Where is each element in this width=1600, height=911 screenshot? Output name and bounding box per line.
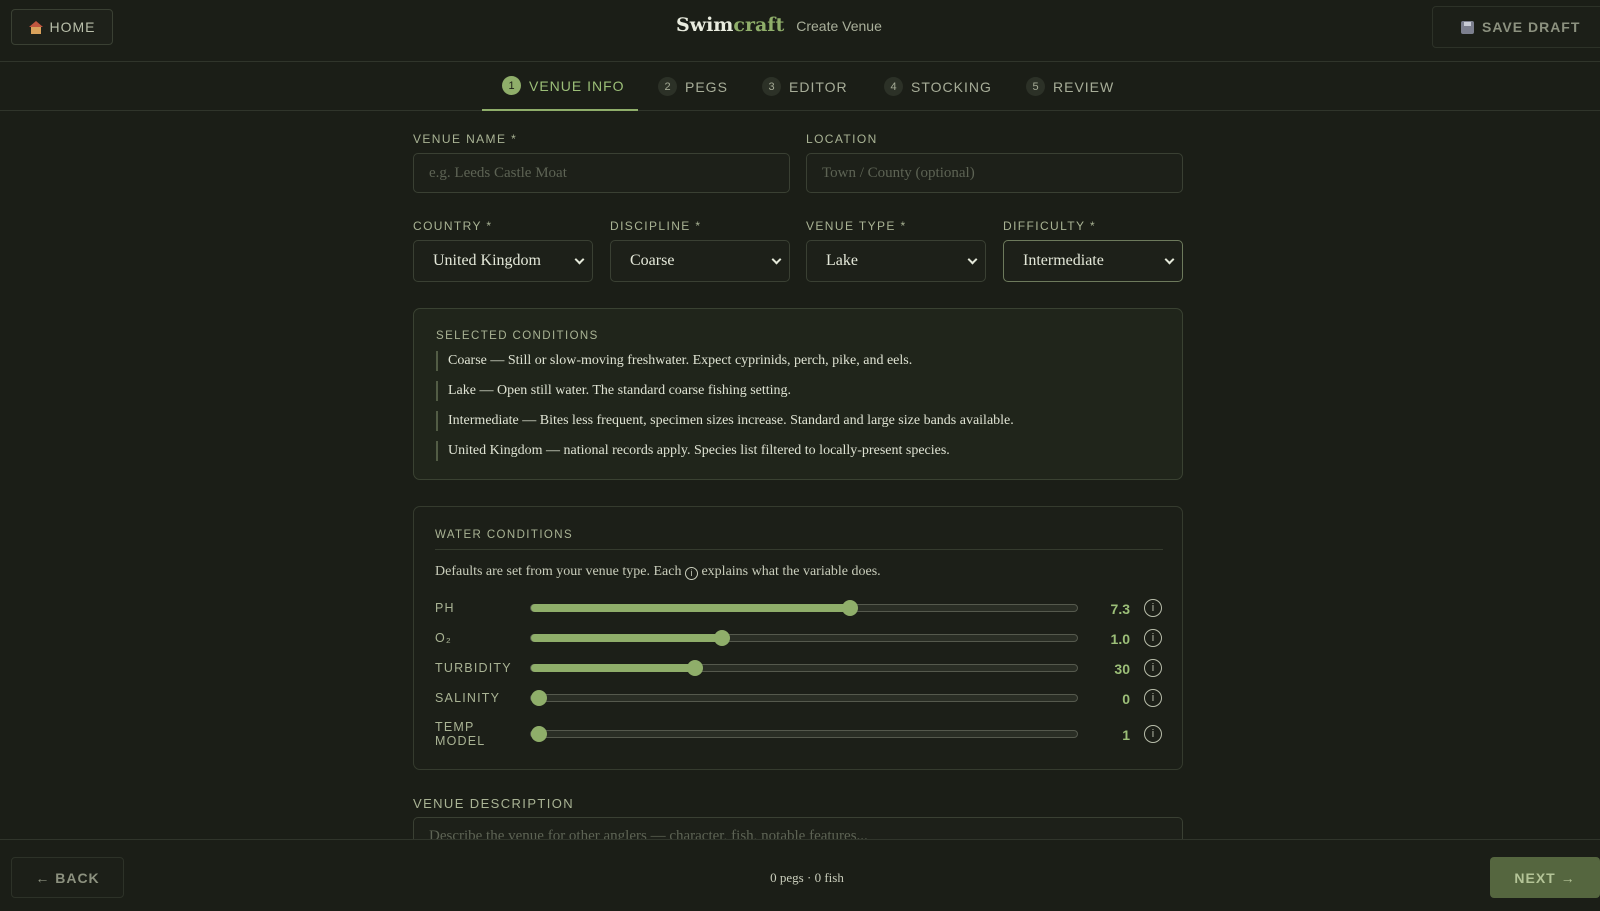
page-subtitle: Create Venue: [796, 18, 882, 34]
info-icon[interactable]: i: [1144, 629, 1162, 647]
condition-item: Lake — Open still water. The standard co…: [436, 381, 791, 401]
step-label: PEGS: [685, 78, 728, 95]
slider-label-temp-model: TEMP MODEL: [435, 720, 486, 748]
top-bar: HOME Swimcraft Create Venue SAVE DRAFT: [0, 0, 1600, 62]
slider-label-o2: O₂: [435, 631, 452, 645]
slider-thumb[interactable]: [686, 660, 703, 676]
divider: [435, 549, 1163, 550]
ph-slider[interactable]: [530, 600, 1078, 616]
tab-review[interactable]: 5 REVIEW: [1026, 62, 1114, 111]
temp-model-value: 1: [1122, 727, 1130, 743]
condition-item: Intermediate — Bites less frequent, spec…: [436, 411, 1014, 431]
turbidity-slider[interactable]: [530, 660, 1078, 676]
step-number: 3: [762, 77, 781, 96]
country-select[interactable]: United Kingdom: [413, 240, 593, 282]
water-conditions-title: WATER CONDITIONS: [435, 529, 574, 541]
salinity-slider[interactable]: [530, 690, 1078, 706]
difficulty-value: Intermediate: [1023, 252, 1104, 269]
info-icon: i: [684, 567, 698, 580]
venue-type-label: VENUE TYPE *: [806, 219, 907, 233]
slider-label-salinity: SALINITY: [435, 691, 501, 705]
chevron-down-icon: [967, 254, 978, 265]
venue-description-label: VENUE DESCRIPTION: [413, 796, 575, 811]
info-icon[interactable]: i: [1144, 659, 1162, 677]
info-icon[interactable]: i: [1144, 725, 1162, 743]
oxygen-slider[interactable]: [530, 630, 1078, 646]
step-label: REVIEW: [1053, 78, 1115, 95]
back-button[interactable]: ← BACK: [11, 857, 124, 898]
water-conditions-description: Defaults are set from your venue type. E…: [435, 564, 881, 580]
tab-venue-info[interactable]: 1 VENUE INFO: [482, 62, 638, 111]
slider-thumb[interactable]: [714, 630, 731, 646]
bottom-bar: ← BACK 0 pegs · 0 fish NEXT →: [0, 839, 1600, 911]
brand: Swimcraft Create Venue: [676, 14, 882, 36]
step-label: EDITOR: [789, 78, 848, 95]
venue-info-form: VENUE NAME * e.g. Leeds Castle Moat LOCA…: [413, 111, 1183, 839]
home-button[interactable]: HOME: [11, 9, 113, 45]
selected-conditions-title: SELECTED CONDITIONS: [436, 330, 599, 342]
floppy-disk-icon: [1461, 20, 1474, 34]
venue-description-textarea[interactable]: Describe the venue for other anglers — c…: [413, 817, 1183, 839]
info-icon[interactable]: i: [1144, 599, 1162, 617]
salinity-value: 0: [1122, 691, 1130, 707]
info-icon[interactable]: i: [1144, 689, 1162, 707]
chevron-down-icon: [1164, 254, 1175, 265]
step-number: 1: [502, 76, 521, 95]
difficulty-select[interactable]: Intermediate: [1003, 240, 1183, 282]
step-number: 2: [658, 77, 677, 96]
save-draft-button[interactable]: SAVE DRAFT: [1432, 6, 1600, 48]
brand-logo: Swimcraft: [676, 14, 785, 36]
discipline-label: DISCIPLINE *: [610, 219, 702, 233]
home-button-label: HOME: [49, 19, 96, 35]
save-draft-label: SAVE DRAFT: [1482, 19, 1581, 35]
step-number: 4: [884, 77, 903, 96]
slider-thumb[interactable]: [842, 600, 859, 616]
oxygen-value: 1.0: [1110, 631, 1130, 647]
water-conditions-panel: WATER CONDITIONS Defaults are set from y…: [413, 506, 1183, 770]
condition-item: Coarse — Still or slow-moving freshwater…: [436, 351, 912, 371]
country-value: United Kingdom: [433, 252, 541, 269]
tab-editor[interactable]: 3 EDITOR: [762, 62, 848, 111]
selected-conditions-panel: SELECTED CONDITIONS Coarse — Still or sl…: [413, 308, 1183, 480]
step-label: STOCKING: [911, 78, 992, 95]
chevron-down-icon: [771, 254, 782, 265]
tab-pegs[interactable]: 2 PEGS: [658, 62, 728, 111]
temp-model-slider[interactable]: [530, 726, 1078, 742]
venue-type-select[interactable]: Lake: [806, 240, 986, 282]
footer-status: 0 pegs · 0 fish: [770, 870, 844, 885]
ph-value: 7.3: [1110, 601, 1130, 617]
slider-label-ph: PH: [435, 601, 455, 615]
venue-type-value: Lake: [826, 252, 858, 269]
discipline-select[interactable]: Coarse: [610, 240, 790, 282]
discipline-value: Coarse: [630, 252, 675, 269]
chevron-down-icon: [574, 254, 585, 265]
venue-name-input[interactable]: e.g. Leeds Castle Moat: [413, 153, 790, 193]
difficulty-label: DIFFICULTY *: [1003, 219, 1097, 233]
condition-item: United Kingdom — national records apply.…: [436, 441, 950, 461]
country-label: COUNTRY *: [413, 219, 493, 233]
house-icon: [28, 20, 43, 34]
slider-label-turbidity: TURBIDITY: [435, 661, 512, 675]
slider-thumb[interactable]: [531, 726, 547, 742]
location-input[interactable]: Town / County (optional): [806, 153, 1183, 193]
slider-thumb[interactable]: [531, 690, 547, 706]
wizard-stepper: 1 VENUE INFO 2 PEGS 3 EDITOR 4 STOCKING …: [0, 62, 1600, 111]
step-label: VENUE INFO: [529, 77, 625, 94]
turbidity-value: 30: [1114, 661, 1130, 677]
location-label: LOCATION: [806, 132, 878, 146]
tab-stocking[interactable]: 4 STOCKING: [884, 62, 992, 111]
step-number: 5: [1026, 77, 1045, 96]
next-button[interactable]: NEXT →: [1490, 857, 1600, 898]
venue-name-label: VENUE NAME *: [413, 132, 518, 146]
